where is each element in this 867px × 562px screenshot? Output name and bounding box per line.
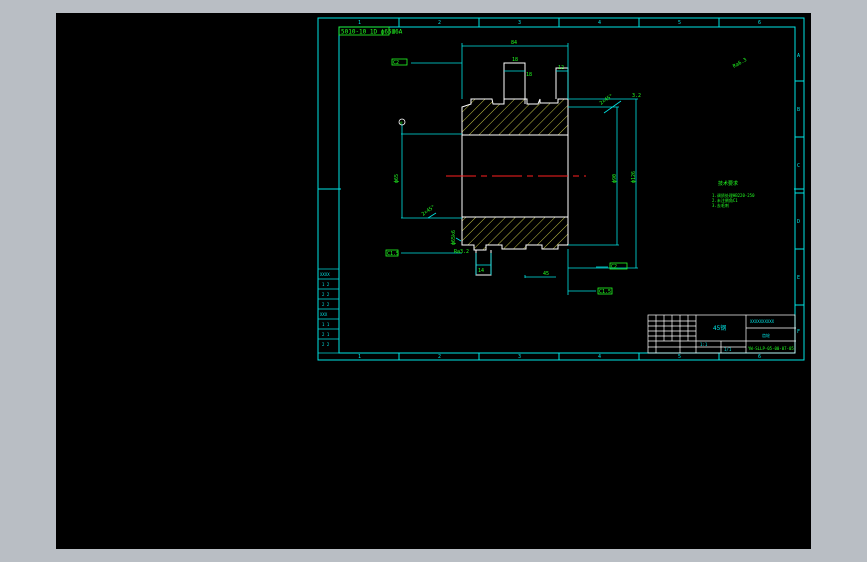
inner-border [338,26,796,354]
dim-bore-dia: ф65 [394,174,400,183]
header-note: 5010-10 1D ф65Ш6А [341,29,403,36]
zone-right-d: D [797,219,800,225]
zone-bottom-2: 2 [438,354,441,360]
zone-bottom-5: 5 [678,354,681,360]
zone-right-b: B [797,107,800,113]
cad-viewport[interactable]: 1 2 3 4 5 6 1 2 3 4 5 6 A B C D E F 5010… [56,13,811,549]
top-keyway [503,62,526,104]
dim-overall-width: 84 [511,40,517,46]
upper-hatched-section [461,98,569,136]
dim-chamfer-right: 2×45° [599,93,615,107]
title-drawing-name: 齿轮 [762,332,770,338]
lower-hatched-section [461,216,569,251]
zone-top-5: 5 [678,20,681,26]
callout-left-top: C2 [393,60,399,66]
dim-top-groove: 18 [512,57,518,63]
callout-left-bottom: C1.5 [387,251,399,257]
notes-title: 技术要求 [718,180,738,187]
dim-tol-left: ф65k6 [451,230,457,245]
zone-bottom-3: 3 [518,354,521,360]
left-table-row-6: 1 1 [322,322,330,327]
zone-top-4: 4 [598,20,601,26]
zone-bottom-6: 6 [758,354,761,360]
zone-labels-top: 1 2 3 4 5 6 [358,20,761,26]
left-table-row-1: XXXX [320,272,330,277]
zone-right-a: A [797,53,800,59]
zone-right-e: E [797,275,800,281]
datum-symbol: ∅ [400,120,403,125]
roughness-left-bottom: Ra3.2 [454,249,469,255]
title-drawing-number: YW-SLLP-05-00-07-05 [748,346,794,351]
zone-bottom-1: 1 [358,354,361,360]
part-section [446,62,586,276]
left-table-row-2: 1 2 [322,282,330,287]
dim-inner-dia: ф90 [612,174,618,183]
corner-roughness-mark: Ra6.3 [732,57,748,70]
title-company: XXXXXXXXXX [750,319,775,324]
title-material: 45钢 [713,324,726,332]
callout-right-bottom-b: C1.5 [599,289,611,295]
zone-right-c: C [797,163,800,169]
technical-notes: 技术要求 1.调质处理HB220-250 2.未注倒角C1 3.去毛刺 [712,180,755,208]
notes-line-3: 3.去毛刺 [712,202,729,208]
zone-right-f: F [797,329,800,335]
zone-top-1: 1 [358,20,361,26]
dim-top-flange: 12 [558,65,564,71]
title-sheet: 1/1 [724,347,732,352]
dim-chamfer-left: 2×45° [421,204,437,218]
left-table-row-3: 2 2 [322,292,330,297]
left-table-row-7: 2 1 [322,332,330,337]
title-scale: 1:1 [700,342,708,347]
zone-top-2: 2 [438,20,441,26]
zone-labels-bottom: 1 2 3 4 5 6 [358,354,761,360]
zone-labels-right: A B C D E F [797,53,800,335]
left-revision-table-text: XXXX 1 2 2 2 2 2 XXX 1 1 2 1 2 2 [320,272,330,347]
dim-bottom-step: 45 [543,271,549,277]
zone-top-6: 6 [758,20,761,26]
zone-top-3: 3 [518,20,521,26]
dim-top-groove-2: 18 [526,72,532,78]
zone-bottom-4: 4 [598,354,601,360]
dim-bottom-groove: 14 [478,268,484,274]
dim-outer-dia: ф126 [631,171,637,183]
roughness-top: 3.2 [632,93,641,99]
left-table-row-8: 2 2 [322,342,330,347]
cad-drawing-canvas: 1 2 3 4 5 6 1 2 3 4 5 6 A B C D E F 5010… [317,17,805,361]
dimension-lines [401,43,638,295]
callout-right-bottom-a: C2 [611,264,617,270]
left-table-row-4: 2 2 [322,302,330,307]
left-table-row-5: XXX [320,312,328,317]
